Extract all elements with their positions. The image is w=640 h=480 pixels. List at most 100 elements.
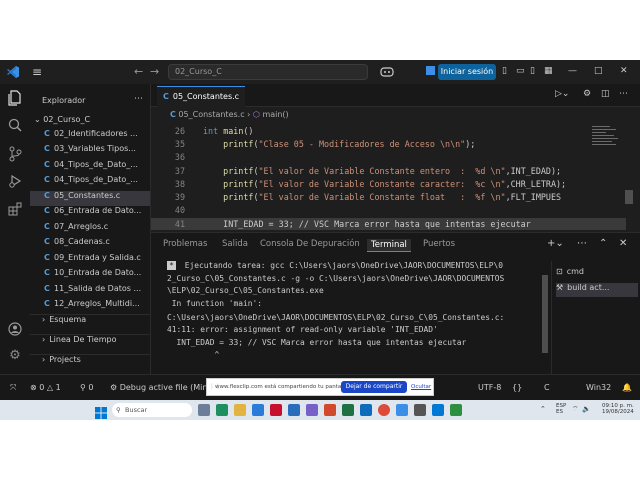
- tab-05-constantes[interactable]: C 05_Constantes.c: [157, 86, 246, 107]
- close-window-icon[interactable]: ✕: [620, 66, 628, 76]
- maximize-panel-icon[interactable]: ⌃: [599, 238, 607, 249]
- search-icon: ⚲: [116, 406, 121, 414]
- layout-icon[interactable]: ▦: [544, 66, 553, 76]
- excel-icon[interactable]: [342, 404, 354, 416]
- breadcrumb[interactable]: C 05_Constantes.c › ⬡ main(): [170, 110, 289, 119]
- hamburger-icon[interactable]: ≡: [32, 65, 42, 79]
- debug-status[interactable]: ⚙ Debug active file (Min: [110, 383, 207, 392]
- tray-chevron-icon[interactable]: ⌃: [540, 405, 546, 413]
- notifications-icon[interactable]: 🔔: [622, 383, 632, 392]
- section-projects[interactable]: › Projects: [30, 354, 150, 371]
- section-label: Projects: [49, 355, 81, 364]
- title-bar: ≡ ← → 02_Curso_C Iniciar sesión ▯ ▭ ▯ ▦ …: [0, 60, 640, 85]
- section-timeline[interactable]: › Linea De Tiempo: [30, 334, 150, 351]
- file-item-selected[interactable]: C 05_Constantes.c: [30, 191, 150, 206]
- file-item[interactable]: C 12_Arreglos_Multidi...: [30, 299, 150, 314]
- toggle-secondary-sidebar-icon[interactable]: ▯: [530, 66, 535, 76]
- breadcrumb-symbol[interactable]: main(): [262, 110, 288, 119]
- section-outline[interactable]: › Esquema: [30, 314, 150, 331]
- search-icon[interactable]: [7, 118, 23, 134]
- terminal-icon[interactable]: [414, 404, 426, 416]
- c-file-icon: C: [44, 222, 50, 231]
- new-terminal-icon[interactable]: +⌄: [547, 238, 564, 249]
- tab-ports[interactable]: Puertos: [423, 239, 455, 249]
- tab-terminal[interactable]: Terminal: [367, 239, 411, 252]
- file-item[interactable]: C 06_Entrada de Dato...: [30, 206, 150, 221]
- settings-icon[interactable]: ⚙: [583, 89, 591, 99]
- file-item[interactable]: C 02_Identificadores ...: [30, 129, 150, 144]
- stop-sharing-button[interactable]: Dejar de compartir: [341, 381, 407, 393]
- terminal-item-build[interactable]: ⚒ build act...: [556, 283, 638, 297]
- clock[interactable]: 09:10 p. m. 19/08/2024: [602, 403, 634, 415]
- braces-icon[interactable]: {}: [512, 383, 522, 392]
- extensions-icon[interactable]: [7, 202, 23, 218]
- close-panel-icon[interactable]: ✕: [619, 238, 627, 249]
- minimize-icon[interactable]: —: [568, 66, 577, 76]
- signin-button[interactable]: Iniciar sesión: [438, 64, 496, 80]
- c-file-icon: C: [44, 160, 50, 169]
- taskbar-search[interactable]: ⚲ Buscar: [112, 403, 192, 417]
- powerpoint-icon[interactable]: [324, 404, 336, 416]
- split-editor-icon[interactable]: ◫: [601, 89, 610, 99]
- more-actions-icon[interactable]: ⋯: [577, 238, 587, 249]
- more-actions-icon[interactable]: ⋯: [134, 94, 143, 104]
- copilot-icon[interactable]: [380, 66, 394, 80]
- file-item[interactable]: C 04_Tipos_de_Dato_...: [30, 160, 150, 175]
- platform[interactable]: Win32: [586, 383, 611, 392]
- task-view-icon[interactable]: [198, 404, 210, 416]
- toggle-sidebar-icon[interactable]: ▯: [502, 66, 507, 76]
- language-indicator[interactable]: ESP ES: [556, 403, 566, 415]
- file-explorer-icon[interactable]: [234, 404, 246, 416]
- language-mode[interactable]: C: [544, 383, 550, 392]
- minimap[interactable]: [592, 122, 622, 162]
- vscode-icon[interactable]: [396, 404, 408, 416]
- file-item[interactable]: C 04_Tipos_de_Dato_...: [30, 175, 150, 190]
- ports-icon[interactable]: ⚲ 0: [80, 383, 94, 392]
- settings-icon[interactable]: ⚙: [7, 348, 23, 364]
- back-arrow-icon[interactable]: ←: [134, 65, 143, 78]
- maximize-icon[interactable]: □: [594, 66, 603, 76]
- file-item[interactable]: C 10_Entrada de Dato...: [30, 268, 150, 283]
- wifi-icon[interactable]: ⌔: [572, 405, 579, 414]
- remote-icon[interactable]: ⤧: [10, 383, 16, 393]
- run-debug-icon[interactable]: ▷⌄: [555, 89, 569, 99]
- folder-row[interactable]: ⌄ 02_Curso_C: [30, 115, 150, 130]
- terminal-item-cmd[interactable]: ⊡ cmd: [556, 267, 638, 281]
- terminal-line: INT_EDAD = 33; // VSC Marca error hasta …: [167, 338, 467, 347]
- tab-debug-console[interactable]: Consola De Depuración: [260, 239, 360, 249]
- code-editor[interactable]: 26 int main() 35 printf("Clase 05 - Modi…: [151, 122, 626, 230]
- chrome-icon[interactable]: [378, 404, 390, 416]
- file-item[interactable]: C 11_Salida de Datos ...: [30, 284, 150, 299]
- file-item[interactable]: C 07_Arreglos.c: [30, 222, 150, 237]
- file-item[interactable]: C 03_Variables Tipos...: [30, 144, 150, 159]
- outlook-icon[interactable]: [360, 404, 372, 416]
- account-icon[interactable]: [7, 322, 23, 338]
- tab-output[interactable]: Salida: [222, 239, 248, 249]
- edge-icon[interactable]: [252, 404, 264, 416]
- volume-icon[interactable]: 🔈: [582, 405, 591, 413]
- explorer-icon[interactable]: [7, 90, 23, 106]
- app-icon[interactable]: [450, 404, 462, 416]
- office-icon[interactable]: [270, 404, 282, 416]
- problems-indicator[interactable]: ⊗ 0 △ 1: [30, 383, 61, 392]
- widgets-icon[interactable]: [216, 404, 228, 416]
- breadcrumb-file[interactable]: 05_Constantes.c: [178, 110, 244, 119]
- editor-scrollbar[interactable]: [625, 190, 633, 204]
- run-debug-icon[interactable]: [7, 174, 23, 190]
- terminal-scrollbar[interactable]: [542, 275, 548, 353]
- store-icon[interactable]: [432, 404, 444, 416]
- file-item[interactable]: C 08_Cadenas.c: [30, 237, 150, 252]
- hide-link[interactable]: Ocultar: [411, 384, 431, 390]
- account-badge-icon[interactable]: [426, 66, 435, 78]
- tab-problems[interactable]: Problemas: [163, 239, 207, 249]
- encoding[interactable]: UTF-8: [478, 383, 501, 392]
- word-icon[interactable]: [288, 404, 300, 416]
- toggle-panel-icon[interactable]: ▭: [516, 66, 525, 76]
- forward-arrow-icon[interactable]: →: [150, 65, 159, 78]
- file-item[interactable]: C 09_Entrada y Salida.c: [30, 253, 150, 268]
- command-center-search[interactable]: 02_Curso_C: [168, 64, 368, 80]
- more-actions-icon[interactable]: ⋯: [619, 89, 628, 99]
- teams-icon[interactable]: [306, 404, 318, 416]
- windows-start-icon[interactable]: [95, 404, 107, 423]
- source-control-icon[interactable]: [7, 146, 23, 162]
